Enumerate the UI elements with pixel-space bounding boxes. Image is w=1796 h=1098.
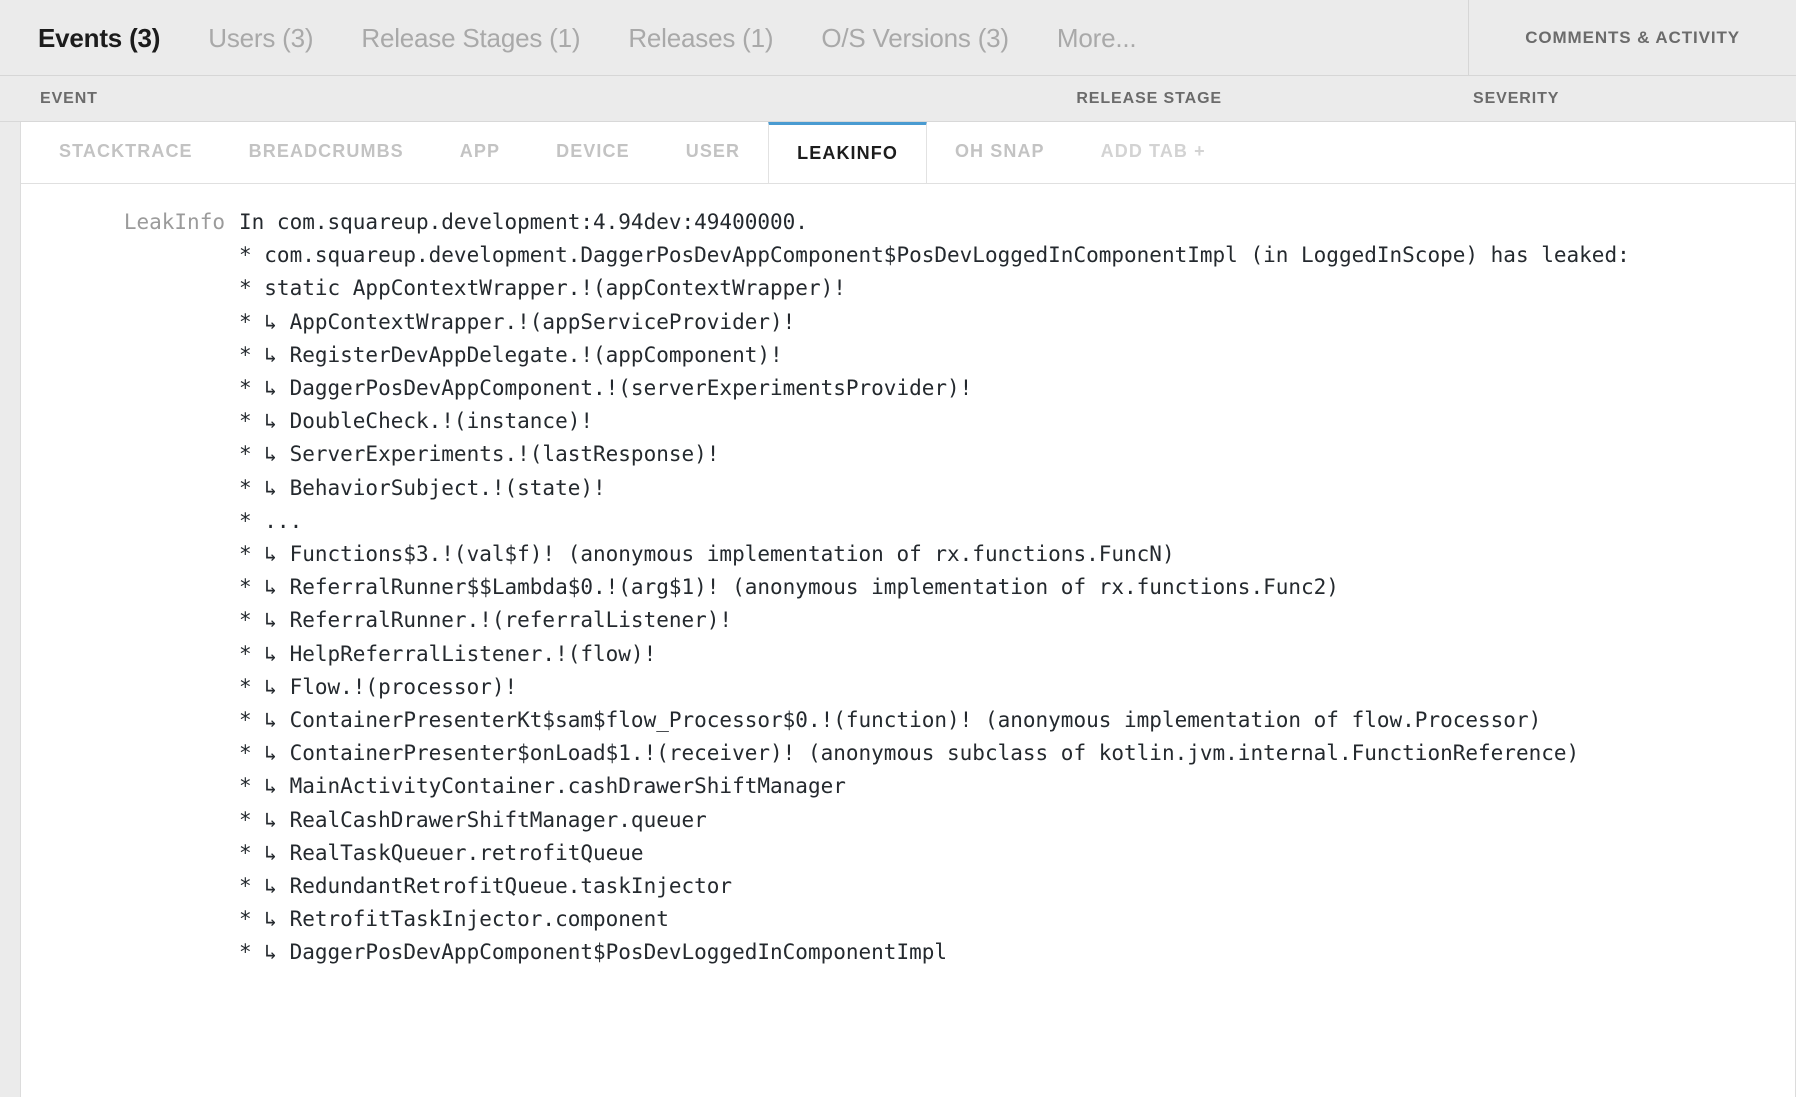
event-detail-panel-wrapper: STACKTRACE BREADCRUMBS APP DEVICE USER LEAKIN… bbox=[0, 122, 1796, 1097]
column-header-row: EVENT RELEASE STAGE SEVERITY bbox=[0, 76, 1796, 122]
leakinfo-line: * ↳ MainActivityContainer.cashDrawerShif… bbox=[239, 774, 846, 799]
detail-tab-device[interactable]: DEVICE bbox=[528, 122, 658, 183]
leakinfo-line: * ↳ RealTaskQueuer.retrofitQueue bbox=[239, 840, 644, 865]
leakinfo-field-label: LeakInfo bbox=[123, 210, 225, 234]
leakinfo-line: * ↳ DoubleCheck.!(instance)! bbox=[239, 409, 594, 434]
leakinfo-line: * ↳ DaggerPosDevAppComponent.!(serverExp… bbox=[239, 376, 973, 401]
top-tab-list: Events (3) Users (3) Release Stages (1) Rel… bbox=[0, 0, 1468, 75]
leakinfo-line: * ↳ ContainerPresenterKt$sam$flow_Proces… bbox=[239, 708, 1542, 733]
leakinfo-line: * ↳ AppContextWrapper.!(appServiceProvid… bbox=[239, 309, 796, 334]
leakinfo-line: In com.squareup.development:4.94dev:4940… bbox=[239, 210, 808, 234]
detail-tab-strip: STACKTRACE BREADCRUMBS APP DEVICE USER LEAKIN… bbox=[21, 122, 1795, 184]
leakinfo-line: * ... bbox=[239, 508, 303, 533]
detail-tab-stacktrace[interactable]: STACKTRACE bbox=[31, 122, 221, 183]
top-tab-users-3[interactable]: Users (3) bbox=[208, 0, 337, 76]
leakinfo-line: * ↳ ReferralRunner.!(referralListener)! bbox=[239, 608, 733, 633]
leakinfo-line: * ↳ HelpReferralListener.!(flow)! bbox=[239, 641, 657, 666]
leakinfo-line: * com.squareup.development.DaggerPosDevA… bbox=[239, 243, 1630, 268]
leakinfo-line: * ↳ BehaviorSubject.!(state)! bbox=[239, 475, 606, 500]
leakinfo-line: * ↳ RealCashDrawerShiftManager.queuer bbox=[239, 807, 707, 832]
leakinfo-line: * static AppContextWrapper.!(appContextW… bbox=[239, 276, 846, 301]
leakinfo-line: * ↳ Functions$3.!(val$f)! (anonymous imp… bbox=[239, 542, 1175, 567]
event-detail-panel: STACKTRACE BREADCRUMBS APP DEVICE USER LEAKIN… bbox=[20, 122, 1796, 1097]
top-tab-o-s-versions-3[interactable]: O/S Versions (3) bbox=[821, 0, 1033, 76]
top-tab-release-stages-1[interactable]: Release Stages (1) bbox=[361, 0, 604, 76]
leakinfo-line: * ↳ ReferralRunner$$Lambda$0.!(arg$1)! (… bbox=[239, 575, 1339, 600]
top-tab-more[interactable]: More... bbox=[1057, 0, 1161, 76]
leakinfo-line: * ↳ RegisterDevAppDelegate.!(appComponen… bbox=[239, 342, 783, 367]
column-header-severity[interactable]: SEVERITY bbox=[1473, 76, 1559, 122]
leakinfo-line: * ↳ RedundantRetrofitQueue.taskInjector bbox=[239, 874, 733, 899]
leakinfo-line: * ↳ ContainerPresenter$onLoad$1.!(receiv… bbox=[239, 741, 1580, 766]
detail-tab-breadcrumbs[interactable]: BREADCRUMBS bbox=[221, 122, 432, 183]
top-navigation-bar: Events (3) Users (3) Release Stages (1) Rel… bbox=[0, 0, 1796, 76]
leakinfo-line: * ↳ ServerExperiments.!(lastResponse)! bbox=[239, 442, 720, 467]
top-tab-releases-1[interactable]: Releases (1) bbox=[628, 0, 797, 76]
top-tab-events-3[interactable]: Events (3) bbox=[38, 0, 184, 76]
detail-tab-add-tab[interactable]: ADD TAB + bbox=[1073, 122, 1234, 183]
column-header-release-stage[interactable]: RELEASE STAGE bbox=[1076, 76, 1222, 122]
column-header-event[interactable]: EVENT bbox=[40, 76, 98, 122]
leakinfo-line: * ↳ RetrofitTaskInjector.component bbox=[239, 907, 669, 932]
detail-tab-oh-snap[interactable]: OH SNAP bbox=[927, 122, 1073, 183]
comments-activity-panel: COMMENTS & ACTIVITY bbox=[1468, 0, 1796, 75]
leakinfo-line: * ↳ Flow.!(processor)! bbox=[239, 674, 518, 699]
detail-tab-user[interactable]: USER bbox=[658, 122, 768, 183]
leakinfo-stacktrace-text: In com.squareup.development:4.94dev:4940… bbox=[239, 206, 1795, 970]
leakinfo-content: LeakInfo In com.squareup.development:4.9… bbox=[21, 184, 1795, 970]
leakinfo-line: * ↳ DaggerPosDevAppComponent$PosDevLogge… bbox=[239, 940, 948, 965]
detail-tab-app[interactable]: APP bbox=[432, 122, 528, 183]
comments-activity-button[interactable]: COMMENTS & ACTIVITY bbox=[1525, 28, 1740, 48]
detail-tab-leakinfo[interactable]: LEAKINFO bbox=[768, 122, 927, 183]
